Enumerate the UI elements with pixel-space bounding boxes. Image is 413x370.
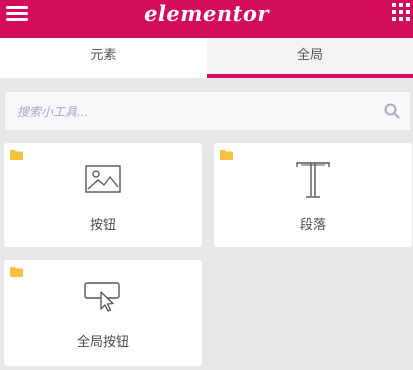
tab-global[interactable]: 全局 — [207, 38, 413, 78]
search-input[interactable] — [5, 92, 379, 132]
widget-card-global-button[interactable]: 全局按钮 — [4, 260, 202, 366]
folder-icon — [220, 150, 233, 160]
folder-icon — [10, 267, 23, 277]
button-cursor-icon — [84, 282, 120, 312]
widget-card-paragraph[interactable]: 段落 — [214, 143, 412, 247]
widget-label: 全局按钮 — [76, 335, 129, 350]
image-icon — [85, 165, 121, 193]
widget-card-button[interactable]: 按钮 — [4, 143, 202, 247]
top-bar: elementor — [0, 0, 413, 38]
folder-icon — [10, 150, 23, 160]
widget-label: 按钮 — [89, 218, 116, 233]
widget-label: 段落 — [299, 218, 326, 233]
grid-icon[interactable] — [392, 3, 410, 21]
text-icon — [296, 162, 330, 198]
search-icon[interactable] — [384, 103, 400, 119]
tab-elements[interactable]: 元素 — [0, 38, 207, 78]
elementor-logo: elementor — [144, 1, 269, 26]
panel-tabs: 元素 全局 — [0, 38, 413, 78]
search-box — [4, 91, 411, 132]
